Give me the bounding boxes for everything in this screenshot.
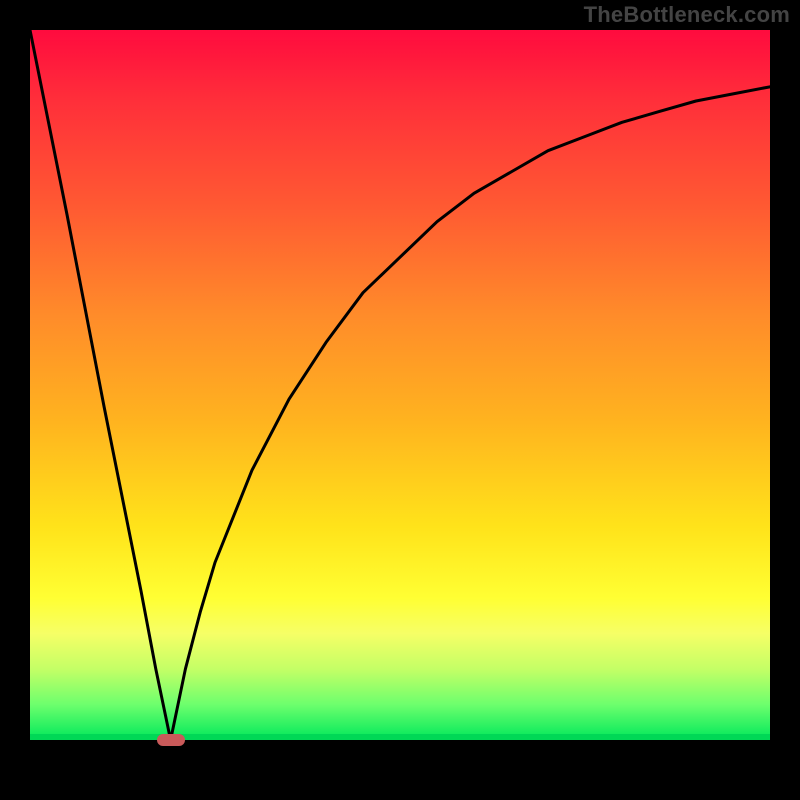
- plot-area: [30, 30, 770, 740]
- watermark-text: TheBottleneck.com: [584, 2, 790, 28]
- chart-frame: TheBottleneck.com: [0, 0, 800, 800]
- curve-svg: [30, 30, 770, 740]
- optimal-marker: [157, 734, 185, 746]
- bottleneck-curve: [30, 30, 770, 740]
